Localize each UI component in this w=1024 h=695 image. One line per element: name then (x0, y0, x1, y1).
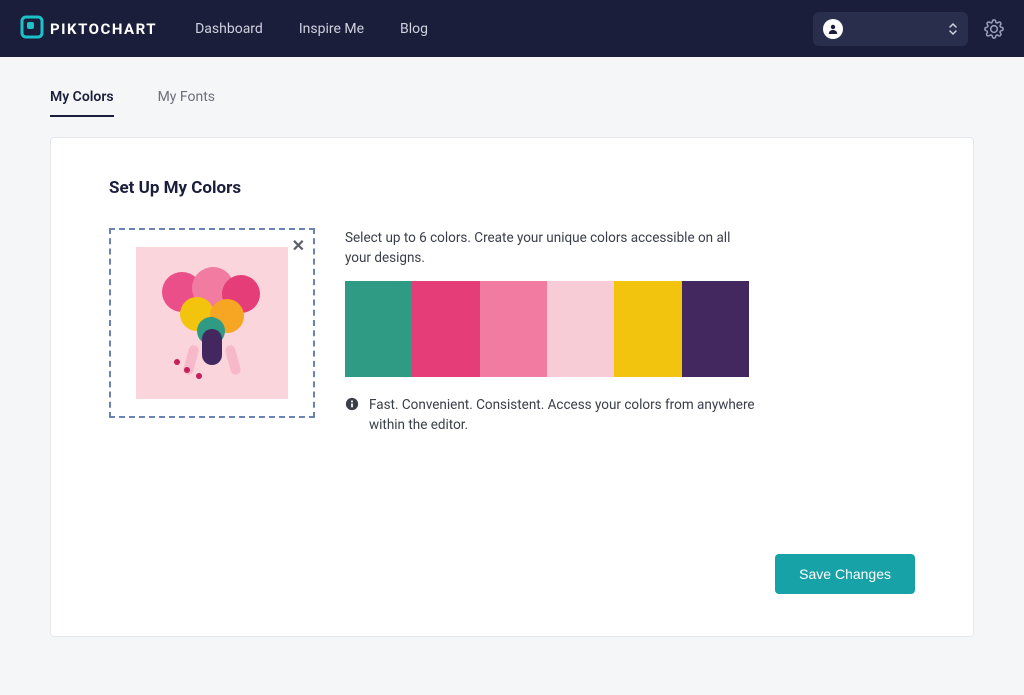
color-swatch-5[interactable] (614, 281, 681, 377)
color-swatch-6[interactable] (682, 281, 749, 377)
color-swatch-4[interactable] (547, 281, 614, 377)
panel-description: Select up to 6 colors. Create your uniqu… (345, 228, 755, 269)
color-swatch-2[interactable] (412, 281, 479, 377)
app-header: PIKTOCHART Dashboard Inspire Me Blog (0, 0, 1024, 57)
logo-icon (20, 15, 44, 43)
color-settings-panel: Set Up My Colors ✕ (50, 137, 974, 637)
gear-icon (984, 19, 1004, 39)
header-right (813, 12, 1004, 46)
color-swatch-1[interactable] (345, 281, 412, 377)
nav-inspire-me[interactable]: Inspire Me (299, 21, 364, 37)
panel-content: ✕ Select up to 6 co (109, 228, 915, 435)
panel-title: Set Up My Colors (109, 178, 915, 198)
save-changes-button[interactable]: Save Changes (775, 554, 915, 594)
settings-tabs: My Colors My Fonts (0, 57, 1024, 117)
info-icon (345, 395, 359, 417)
main-nav: Dashboard Inspire Me Blog (195, 21, 428, 37)
nav-blog[interactable]: Blog (400, 21, 428, 37)
close-icon[interactable]: ✕ (292, 236, 305, 255)
color-config-column: Select up to 6 colors. Create your uniqu… (345, 228, 755, 435)
color-swatch-3[interactable] (480, 281, 547, 377)
color-swatches (345, 281, 749, 377)
image-upload-area[interactable]: ✕ (109, 228, 315, 418)
brand-name: PIKTOCHART (50, 20, 157, 38)
nav-dashboard[interactable]: Dashboard (195, 21, 263, 37)
info-note: Fast. Convenient. Consistent. Access you… (345, 395, 755, 436)
tab-my-colors[interactable]: My Colors (50, 89, 114, 117)
tab-my-fonts[interactable]: My Fonts (158, 89, 215, 117)
info-text: Fast. Convenient. Consistent. Access you… (369, 395, 755, 436)
preview-image (136, 247, 288, 399)
user-avatar (823, 19, 843, 39)
user-menu-dropdown[interactable] (813, 12, 968, 46)
brand-logo[interactable]: PIKTOCHART (20, 15, 157, 43)
settings-button[interactable] (984, 19, 1004, 39)
chevron-up-down-icon (948, 22, 958, 36)
